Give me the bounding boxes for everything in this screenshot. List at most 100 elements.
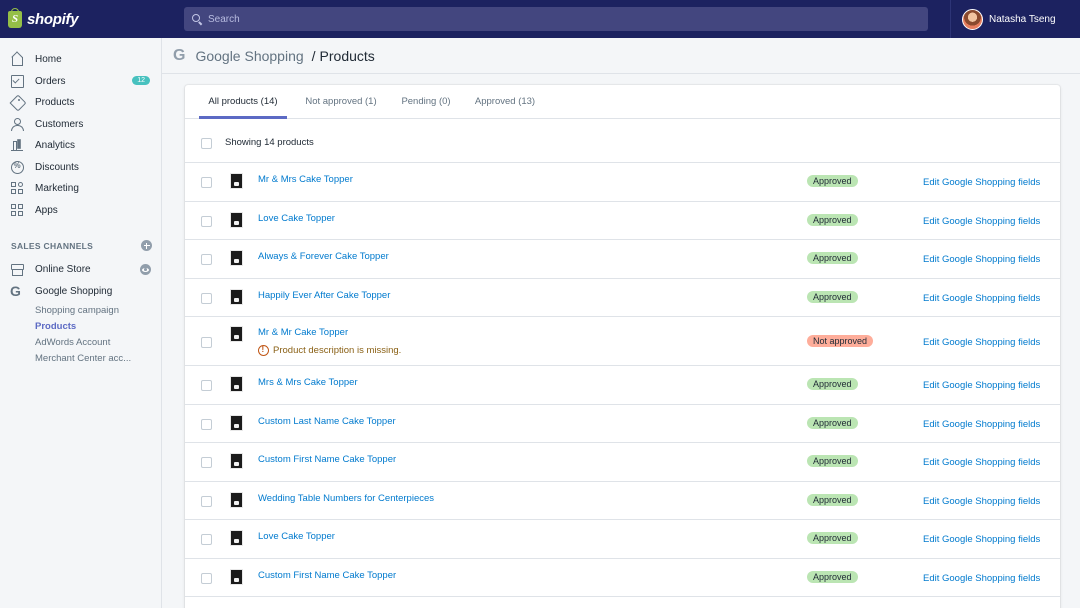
product-name-link[interactable]: Love Cake Topper: [258, 213, 335, 224]
sidebar-item-google-shopping[interactable]: G Google Shopping: [0, 281, 161, 301]
breadcrumb-separator: /: [311, 47, 316, 64]
table-row[interactable]: Love Cake Topper Approved Edit Google Shop…: [185, 520, 1060, 559]
user-name: Natasha Tseng: [989, 13, 1056, 25]
warning-icon: [258, 345, 269, 356]
product-thumbnail: [230, 211, 243, 228]
eye-icon[interactable]: [140, 264, 151, 275]
edit-google-shopping-fields-link[interactable]: Edit Google Shopping fields: [923, 380, 1040, 391]
row-checkbox[interactable]: [201, 215, 212, 227]
shopify-bag-icon: [8, 7, 22, 28]
grid-icon: [10, 203, 24, 217]
sidebar-item-marketing[interactable]: Marketing: [0, 178, 161, 198]
product-name-link[interactable]: Mr & Mr Cake Topper: [258, 327, 348, 338]
bar-chart-icon: [10, 138, 24, 152]
table-row[interactable]: Wedding Table Numbers for Centerpieces Ap…: [185, 482, 1060, 520]
tag-icon: [10, 95, 24, 109]
product-name-link[interactable]: Custom Last Name Cake Topper: [258, 416, 396, 427]
search-bar[interactable]: [184, 7, 928, 31]
row-checkbox[interactable]: [201, 380, 212, 392]
sub-item-products[interactable]: Products: [35, 321, 76, 332]
table-row[interactable]: Mr & Mr Cake Topper Product description i…: [185, 317, 1060, 366]
product-name-link[interactable]: Custom First Name Cake Topper: [258, 454, 396, 465]
status-badge: Approved: [807, 175, 858, 188]
product-name-link[interactable]: Mrs & Mrs Cake Topper: [258, 377, 358, 388]
edit-google-shopping-fields-link[interactable]: Edit Google Shopping fields: [923, 457, 1040, 468]
table-row[interactable]: Mrs & Mrs Cake Topper Approved Edit Google…: [185, 366, 1060, 405]
shopify-logo[interactable]: shopify: [0, 0, 162, 38]
sidebar-item-label: Products: [35, 96, 75, 108]
status-badge: Approved: [807, 252, 858, 265]
sidebar-item-customers[interactable]: Customers: [0, 114, 161, 134]
product-thumbnail: [230, 173, 243, 190]
orders-count-badge: 12: [132, 76, 150, 85]
row-checkbox[interactable]: [201, 572, 212, 584]
sidebar-item-label: Discounts: [35, 161, 79, 173]
edit-google-shopping-fields-link[interactable]: Edit Google Shopping fields: [923, 534, 1040, 545]
row-checkbox[interactable]: [201, 495, 212, 507]
edit-google-shopping-fields-link[interactable]: Edit Google Shopping fields: [923, 293, 1040, 304]
sidebar-item-online-store[interactable]: Online Store: [0, 259, 161, 279]
product-name-link[interactable]: Always & Forever Cake Topper: [258, 251, 389, 262]
sidebar-item-label: Apps: [35, 204, 58, 216]
edit-google-shopping-fields-link[interactable]: Edit Google Shopping fields: [923, 254, 1040, 265]
sub-item-adwords-account[interactable]: AdWords Account: [35, 337, 110, 348]
store-icon: [10, 262, 24, 276]
select-all-row: Showing 14 products: [185, 119, 1060, 163]
table-row[interactable]: Custom Last Name Cake Topper Approved Edit…: [185, 405, 1060, 443]
product-thumbnail: [230, 250, 243, 267]
search-icon: [192, 14, 202, 24]
sidebar-item-label: Orders: [35, 75, 66, 87]
table-row[interactable]: Mr & Mrs Cake Topper Approved Edit Google …: [185, 163, 1060, 202]
row-checkbox[interactable]: [201, 292, 212, 304]
page-title: Products: [319, 47, 375, 64]
edit-google-shopping-fields-link[interactable]: Edit Google Shopping fields: [923, 177, 1040, 188]
google-icon: G: [10, 283, 21, 299]
tab-pending[interactable]: Pending (0): [393, 85, 459, 119]
sidebar-item-analytics[interactable]: Analytics: [0, 135, 161, 155]
discount-icon: [10, 160, 24, 174]
product-thumbnail: [230, 326, 243, 342]
tab-all-products[interactable]: All products (14): [199, 85, 287, 119]
add-channel-plus-icon[interactable]: [141, 240, 152, 251]
sidebar-item-discounts[interactable]: Discounts: [0, 157, 161, 177]
edit-google-shopping-fields-link[interactable]: Edit Google Shopping fields: [923, 216, 1040, 227]
table-row[interactable]: Custom First Name Cake Topper Approved Edi…: [185, 559, 1060, 597]
product-name-link[interactable]: Custom First Name Cake Topper: [258, 570, 396, 581]
edit-google-shopping-fields-link[interactable]: Edit Google Shopping fields: [923, 496, 1040, 507]
row-checkbox[interactable]: [201, 177, 212, 189]
row-checkbox[interactable]: [201, 254, 212, 266]
sub-item-shopping-campaign[interactable]: Shopping campaign: [35, 305, 119, 316]
avatar: [962, 8, 983, 30]
product-name-link[interactable]: Love Cake Topper: [258, 531, 335, 542]
row-checkbox[interactable]: [201, 336, 212, 348]
user-menu[interactable]: Natasha Tseng: [950, 0, 1080, 38]
row-checkbox[interactable]: [201, 457, 212, 469]
sidebar-item-apps[interactable]: Apps: [0, 200, 161, 220]
sidebar-item-home[interactable]: Home: [0, 49, 161, 69]
table-row[interactable]: Love Cake Topper Approved Edit Google Shop…: [185, 202, 1060, 240]
product-thumbnail: [230, 376, 243, 393]
search-input[interactable]: [208, 13, 908, 25]
products-card: All products (14) Not approved (1) Pendi…: [185, 85, 1060, 608]
edit-google-shopping-fields-link[interactable]: Edit Google Shopping fields: [923, 419, 1040, 430]
edit-google-shopping-fields-link[interactable]: Edit Google Shopping fields: [923, 337, 1040, 348]
row-checkbox[interactable]: [201, 534, 212, 546]
table-row[interactable]: Always & Forever Cake Topper Approved Edit…: [185, 240, 1060, 279]
table-row[interactable]: Happily Ever After Cake Topper Approved Ed…: [185, 279, 1060, 317]
edit-google-shopping-fields-link[interactable]: Edit Google Shopping fields: [923, 573, 1040, 584]
product-name-link[interactable]: Wedding Table Numbers for Centerpieces: [258, 493, 434, 504]
sidebar-item-orders[interactable]: Orders 12: [0, 71, 161, 91]
table-row[interactable]: Custom First Name Cake Topper Approved Edi…: [185, 443, 1060, 482]
row-checkbox[interactable]: [201, 418, 212, 430]
sidebar-item-products[interactable]: Products: [0, 92, 161, 112]
product-name-link[interactable]: Mr & Mrs Cake Topper: [258, 174, 353, 185]
page-header: G Google Shopping / Products: [162, 38, 1080, 74]
breadcrumb[interactable]: Google Shopping: [195, 48, 303, 64]
sub-item-merchant-center[interactable]: Merchant Center acc...: [35, 353, 131, 364]
tab-approved[interactable]: Approved (13): [467, 85, 543, 119]
status-badge: Approved: [807, 493, 858, 506]
tab-not-approved[interactable]: Not approved (1): [297, 85, 385, 119]
home-icon: [10, 52, 24, 66]
product-name-link[interactable]: Happily Ever After Cake Topper: [258, 290, 390, 301]
select-all-checkbox[interactable]: [201, 138, 212, 149]
